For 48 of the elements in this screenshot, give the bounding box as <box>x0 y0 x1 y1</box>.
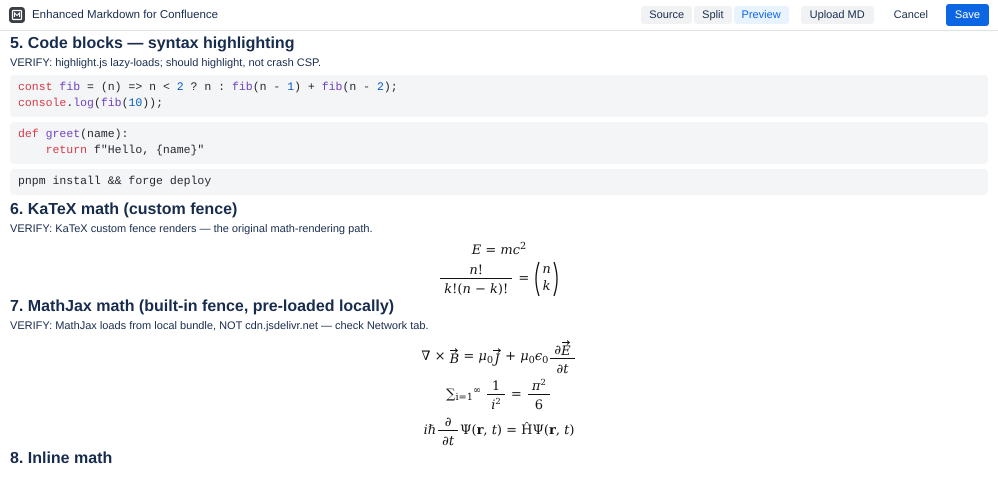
math-text: n! <box>469 262 484 278</box>
left-parenthesis-icon <box>533 260 540 296</box>
vector-arrow-icon <box>562 340 570 344</box>
cancel-button[interactable]: Cancel <box>882 6 940 24</box>
right-parenthesis-icon <box>552 260 560 296</box>
view-tab[interactable]: Source <box>641 6 692 24</box>
save-button[interactable]: Save <box>946 4 989 26</box>
upload-button[interactable]: Upload MD <box>800 6 874 24</box>
math-text: ∂ <box>444 414 452 430</box>
math-text: 6 <box>534 398 544 412</box>
section-heading: 5. Code blocks — syntax highlighting <box>10 34 296 54</box>
verify-note: VERIFY: MathJax loads from local bundle, NOT cdn.jsdelivr.net — check Network tab. <box>10 318 430 334</box>
code-line: const fib = (n) => n < 2 ? n : fib(n - 1) + fib(n - 2); <box>18 80 399 96</box>
vector-arrow-icon <box>493 348 502 353</box>
math-text: E <box>561 344 571 358</box>
section-heading: 8. Inline math <box>10 448 114 468</box>
binomial-bottom: k <box>542 278 550 295</box>
math-text: B <box>450 353 460 366</box>
math-text: = μ$_{0}$ <box>462 348 494 367</box>
math-text: 1 <box>492 378 500 394</box>
vector-arrow-icon <box>450 348 458 353</box>
math-text: E = mc$^{2}$ <box>472 241 526 260</box>
section-heading: 6. KaTeX math (custom fence) <box>10 200 238 220</box>
math-text: k!(n − k)! <box>444 282 508 296</box>
math-text: = <box>517 270 530 288</box>
math-text: Ψ(r, t) = ĤΨ(r, t) <box>460 421 574 440</box>
app-title: Enhanced Markdown for Confluence <box>32 8 218 23</box>
math-text: i$^{2}$ <box>491 398 501 412</box>
math-text: ∂ <box>554 342 562 358</box>
binomial-top: n <box>542 262 551 278</box>
code-line: def greet(name): <box>18 127 130 143</box>
math-text: ∂t <box>442 434 454 448</box>
code-line: return f"Hello, {name}" <box>44 143 206 159</box>
math-text: π$^{2}$ <box>532 378 546 394</box>
math-text: + μ$_{0}$ϵ$_{0}$ <box>504 348 548 367</box>
math-text: ∇ × <box>421 348 446 366</box>
verify-note: VERIFY: highlight.js lazy-loads; should highlight, not crash CSP. <box>10 56 322 71</box>
section-heading: 7. MathJax math (built-in fence, pre-loaded locally) <box>10 296 396 316</box>
math-text: J <box>494 353 500 366</box>
code-line: console.log(fib(10)); <box>18 96 164 112</box>
view-tab[interactable]: Split <box>694 6 732 24</box>
math-text: = <box>510 386 523 404</box>
math-text: iℏ <box>424 422 436 440</box>
math-text: ∂t <box>556 362 568 376</box>
view-tab[interactable]: Preview <box>734 6 789 24</box>
app-logo-icon <box>9 7 25 23</box>
verify-note: VERIFY: KaTeX custom fence renders — the original math-rendering path. <box>10 222 374 237</box>
code-line: pnpm install && forge deploy <box>18 174 212 190</box>
